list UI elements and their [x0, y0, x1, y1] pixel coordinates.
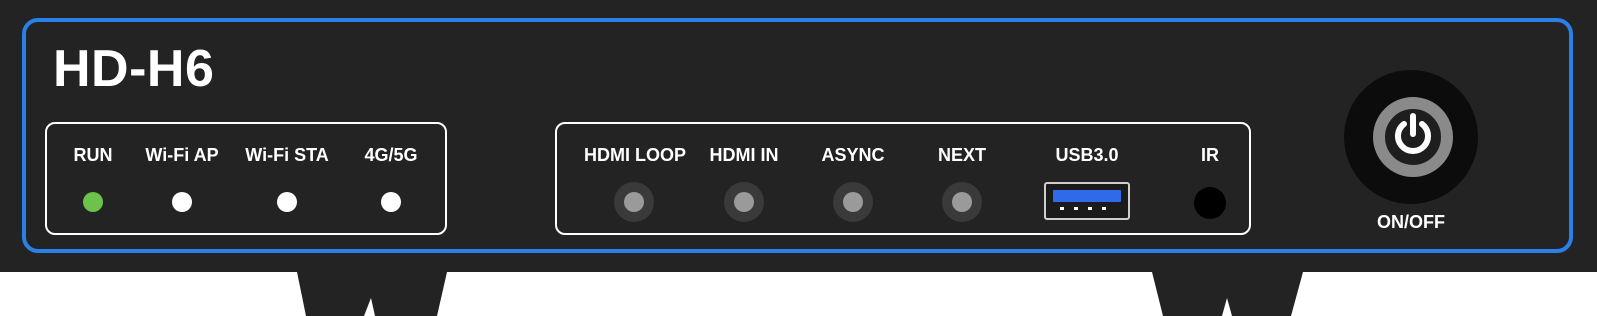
hdmi-in-label: HDMI IN: [709, 145, 779, 165]
model-name: HD-H6: [53, 40, 215, 98]
hdmi-loop-label: HDMI LOOP: [584, 145, 686, 165]
next-label: NEXT: [937, 145, 987, 165]
run-label: RUN: [73, 145, 113, 165]
power-label: ON/OFF: [1377, 212, 1445, 232]
async-button[interactable]: [833, 182, 873, 222]
wifi-sta-label: Wi-Fi STA: [245, 145, 329, 165]
ports-panel: [555, 122, 1251, 235]
hdmi-in-button[interactable]: [724, 182, 764, 222]
ir-label: IR: [1201, 145, 1219, 165]
power-icon: [1395, 113, 1431, 154]
device-chassis: HD-H6 RUN Wi-Fi AP Wi-Fi STA 4G/5G HDMI …: [0, 0, 1597, 272]
next-button[interactable]: [942, 182, 982, 222]
usb-connector-tongue: [1053, 190, 1121, 202]
ir-receiver: [1194, 187, 1226, 219]
usb-pins: [1060, 207, 1116, 210]
left-foot: [297, 272, 447, 316]
hdmi-loop-button[interactable]: [614, 182, 654, 222]
wifi-sta-led: [277, 192, 297, 212]
usb3-port[interactable]: [1044, 182, 1130, 220]
device-feet: [297, 272, 1303, 316]
right-foot: [1152, 272, 1303, 316]
4g5g-led: [381, 192, 401, 212]
wifi-ap-led: [172, 192, 192, 212]
indicator-panel: [45, 122, 447, 235]
usb-label: USB3.0: [1055, 145, 1119, 165]
async-label: ASYNC: [821, 145, 885, 165]
run-led: [83, 192, 103, 212]
wifi-ap-label: Wi-Fi AP: [145, 145, 219, 165]
4g5g-label: 4G/5G: [364, 145, 418, 165]
